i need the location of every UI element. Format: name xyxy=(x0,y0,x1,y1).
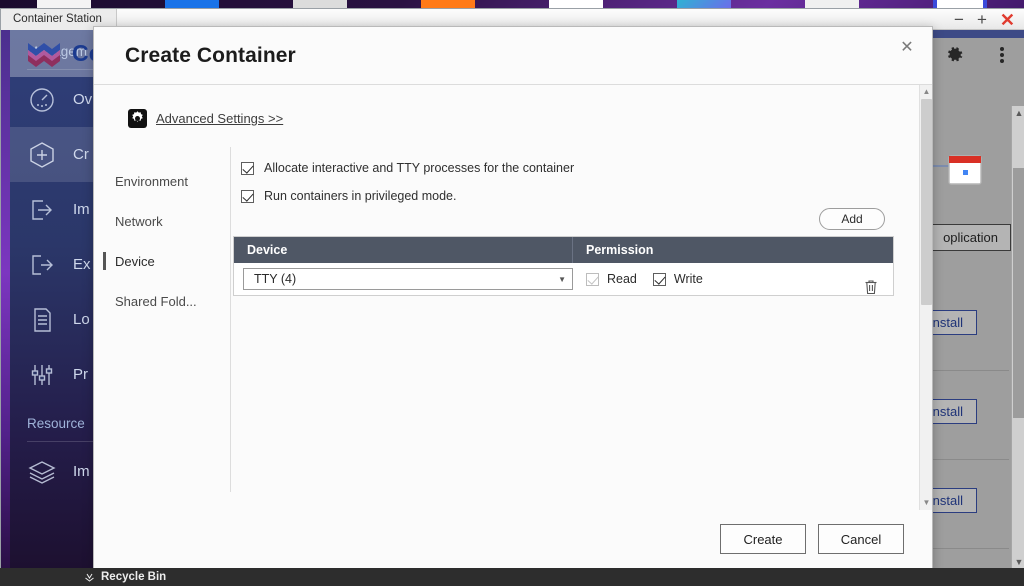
dialog-title: Create Container xyxy=(125,44,296,67)
sidebar-item-label: Im xyxy=(73,463,90,480)
checkbox-write-label: Write xyxy=(673,272,703,286)
dialog-scrollbar[interactable]: ▲ ▼ xyxy=(919,85,932,510)
device-cell: TTY (4) ▼ xyxy=(234,268,573,290)
checkbox-write[interactable] xyxy=(652,272,666,286)
dialog-pane-device: Allocate interactive and TTY processes f… xyxy=(231,147,921,510)
scrollbar-thumb[interactable] xyxy=(1013,168,1024,418)
sidebar-item-label: Im xyxy=(73,201,90,218)
taskbar: Recycle Bin xyxy=(0,568,1024,586)
create-container-dialog: Create Container ✕ Advanced Settings >> … xyxy=(93,26,933,571)
checkbox-row-privileged[interactable]: Run containers in privileged mode. xyxy=(239,189,921,203)
export-icon xyxy=(27,250,57,280)
scrollbar-thumb[interactable] xyxy=(921,99,932,305)
sidebar-item-label: Ov xyxy=(73,91,93,108)
sidebar-item-label: Ex xyxy=(73,256,91,273)
dialog-nav-label: Network xyxy=(115,213,163,229)
cancel-button[interactable]: Cancel xyxy=(818,524,904,554)
dialog-body: Advanced Settings >> Environment Network… xyxy=(94,85,932,510)
checkbox-row-tty[interactable]: Allocate interactive and TTY processes f… xyxy=(239,161,921,175)
column-header-device: Device xyxy=(234,237,573,263)
content-toolbar xyxy=(943,44,1013,66)
dialog-footer-buttons: Create Cancel xyxy=(720,524,904,554)
minimize-icon[interactable]: − xyxy=(954,11,964,28)
plus-hex-icon xyxy=(27,140,57,170)
screen: Container Station − + ✕ Co Ov Cr Im Ex L… xyxy=(0,0,1024,586)
device-table: Device Permission TTY (4) ▼ Read Write xyxy=(233,236,894,296)
dialog-footer: Create Cancel xyxy=(94,510,932,570)
dialog-nav-item-environment[interactable]: Environment xyxy=(94,161,231,201)
kebab-menu-icon[interactable] xyxy=(991,44,1013,66)
gear-icon[interactable] xyxy=(943,44,965,66)
recycle-icon xyxy=(84,572,95,583)
maximize-icon[interactable]: + xyxy=(977,11,987,28)
dialog-nav: Environment Network Device Shared Fold..… xyxy=(94,147,231,510)
dialog-nav-label: Environment xyxy=(115,173,188,189)
device-select[interactable]: TTY (4) ▼ xyxy=(243,268,573,290)
taskbar-item-recycle-bin[interactable]: Recycle Bin xyxy=(0,571,166,583)
content-scrollbar[interactable]: ▲ ▼ xyxy=(1011,106,1024,569)
dialog-nav-item-device[interactable]: Device xyxy=(94,241,231,281)
create-application-button[interactable]: oplication xyxy=(930,224,1011,251)
trash-icon[interactable] xyxy=(864,279,878,295)
dialog-columns: Environment Network Device Shared Fold..… xyxy=(94,147,921,510)
permission-cell: Read Write xyxy=(573,272,893,295)
dashboard-icon xyxy=(27,85,57,115)
checkbox-read[interactable] xyxy=(586,272,599,286)
preferences-icon xyxy=(27,360,57,390)
window-controls: − + ✕ xyxy=(954,9,1021,30)
layers-icon xyxy=(27,457,57,487)
log-icon xyxy=(27,305,57,335)
dialog-nav-item-shared-folder[interactable]: Shared Fold... xyxy=(94,281,231,321)
scroll-down-icon[interactable]: ▼ xyxy=(920,496,933,510)
install-label: nstall xyxy=(932,404,963,419)
scroll-up-icon[interactable]: ▲ xyxy=(920,85,933,99)
scroll-down-icon[interactable]: ▼ xyxy=(1012,555,1024,569)
gear-icon xyxy=(128,109,147,128)
dialog-header: Create Container ✕ xyxy=(94,27,932,85)
dialog-nav-item-network[interactable]: Network xyxy=(94,201,231,241)
scroll-up-icon[interactable]: ▲ xyxy=(1012,106,1024,120)
sidebar-item-label: Cr xyxy=(73,146,89,163)
sidebar-item-label: Lo xyxy=(73,311,90,328)
column-header-permission: Permission xyxy=(586,243,654,257)
window-tab-label: Container Station xyxy=(13,13,102,25)
table-row: TTY (4) ▼ Read Write xyxy=(234,263,893,295)
chevron-down-icon: ▼ xyxy=(558,274,566,284)
taskbar-item-label: Recycle Bin xyxy=(101,571,167,583)
sidebar-accent-edge xyxy=(1,30,10,569)
install-label: nstall xyxy=(932,493,963,508)
checkbox-privileged[interactable] xyxy=(241,189,254,203)
checkbox-tty[interactable] xyxy=(241,161,254,175)
checkbox-tty-label: Allocate interactive and TTY processes f… xyxy=(264,161,575,175)
add-device-button[interactable]: Add xyxy=(819,208,885,230)
close-icon[interactable]: ✕ xyxy=(1000,11,1015,29)
create-button[interactable]: Create xyxy=(720,524,806,554)
install-label: nstall xyxy=(932,315,963,330)
qnap-logo-icon xyxy=(26,39,62,69)
device-table-header: Device Permission xyxy=(234,237,893,263)
import-icon xyxy=(27,195,57,225)
advanced-settings-label: Advanced Settings >> xyxy=(156,111,284,126)
dialog-nav-label: Shared Fold... xyxy=(115,293,197,309)
checkbox-read-label: Read xyxy=(607,272,637,286)
create-button-label: Create xyxy=(743,531,783,547)
checkbox-privileged-label: Run containers in privileged mode. xyxy=(264,189,457,203)
create-application-label: oplication xyxy=(943,230,998,245)
add-device-label: Add xyxy=(841,212,863,226)
sidebar-item-label: Pr xyxy=(73,366,88,383)
cancel-button-label: Cancel xyxy=(840,531,882,547)
device-select-value: TTY (4) xyxy=(254,272,297,286)
dialog-close-icon[interactable]: ✕ xyxy=(896,37,918,59)
dialog-nav-label: Device xyxy=(115,253,155,269)
advanced-settings-link[interactable]: Advanced Settings >> xyxy=(128,109,283,128)
